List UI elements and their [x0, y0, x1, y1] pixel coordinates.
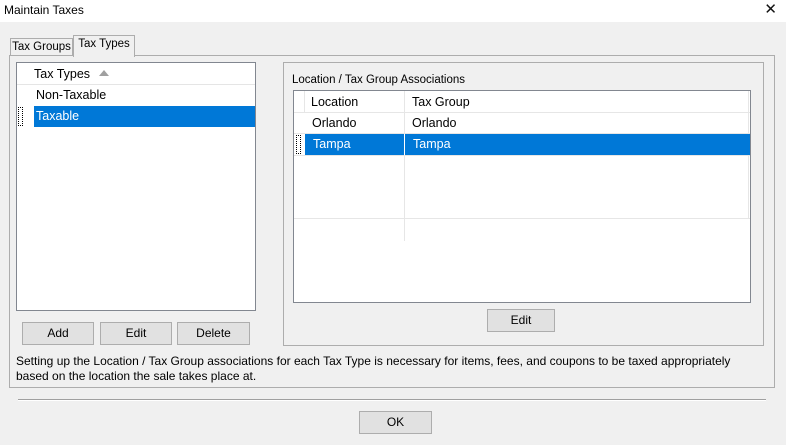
cell-tax-group[interactable]: Tampa [413, 134, 451, 155]
tax-types-header-label: Tax Types [34, 67, 91, 81]
grid-line [404, 134, 405, 155]
grid-line [304, 91, 305, 113]
row-focus-indicator [296, 135, 301, 154]
list-item[interactable]: Non-Taxable [17, 85, 255, 106]
add-button[interactable]: Add [22, 322, 94, 345]
edit-association-button[interactable]: Edit [487, 309, 555, 332]
list-item-selected[interactable]: Taxable [34, 106, 255, 127]
tax-types-list[interactable]: Tax Types Non-Taxable Taxable [16, 62, 256, 311]
ok-button[interactable]: OK [359, 411, 432, 434]
close-icon[interactable]: ✕ [764, 1, 777, 19]
delete-button[interactable]: Delete [177, 322, 250, 345]
cell-location[interactable]: Tampa [313, 134, 351, 155]
grid-line [294, 155, 750, 156]
window-title: Maintain Taxes [4, 3, 84, 17]
list-item-label: Non-Taxable [36, 88, 107, 102]
column-header-tax-group[interactable]: Tax Group [412, 91, 470, 113]
column-header-location[interactable]: Location [311, 91, 358, 113]
cell-location[interactable]: Orlando [312, 113, 356, 134]
associations-grid[interactable]: Location Tax Group Orlando Orlando Tampa… [293, 90, 751, 303]
tab-tax-types[interactable]: Tax Types [73, 35, 135, 57]
sort-ascending-icon [99, 70, 109, 76]
divider-highlight [18, 400, 766, 401]
table-row-selected[interactable] [305, 134, 750, 155]
list-item-label: Taxable [36, 109, 80, 123]
grid-line [294, 218, 750, 219]
tab-tax-groups[interactable]: Tax Groups [10, 38, 73, 56]
row-focus-indicator [18, 107, 23, 126]
title-bar: Maintain Taxes ✕ [0, 0, 786, 22]
grid-line [294, 112, 750, 113]
associations-group-label: Location / Tax Group Associations [292, 74, 466, 86]
edit-tax-type-button[interactable]: Edit [100, 322, 172, 345]
info-text: Setting up the Location / Tax Group asso… [16, 354, 731, 383]
tax-types-column-header[interactable]: Tax Types [17, 63, 255, 85]
cell-tax-group[interactable]: Orlando [412, 113, 456, 134]
